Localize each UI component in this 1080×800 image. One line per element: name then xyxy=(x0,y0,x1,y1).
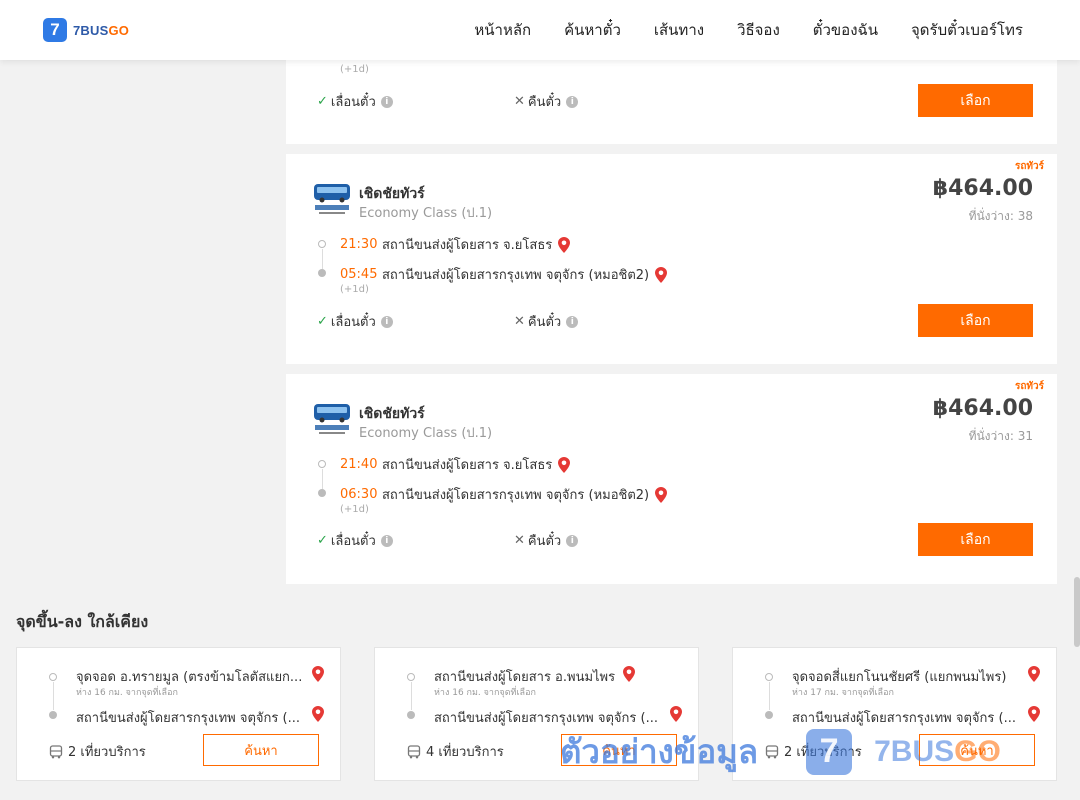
seats-available: ที่นั่งว่าง: 31 xyxy=(968,429,1033,443)
check-icon: ✓ xyxy=(317,94,328,109)
nearby-distance: ห่าง 17 กม. จากจุดที่เลือก xyxy=(792,688,894,698)
depart-dot-icon xyxy=(318,460,326,468)
arrival-stop: 06:30 สถานีขนส่งผู้โดยสารกรุงเทพ จตุจักร… xyxy=(340,484,668,505)
info-icon[interactable]: i xyxy=(380,95,393,108)
logo-mark-icon: 7 xyxy=(43,18,67,42)
arrive-dot-icon xyxy=(318,489,326,497)
search-button[interactable]: ค้นหา xyxy=(919,734,1035,766)
nav-home[interactable]: หน้าหลัก xyxy=(474,18,531,42)
nearby-trips: 2 เที่ยวบริการ xyxy=(765,741,862,762)
cross-icon: ✕ xyxy=(514,533,525,548)
check-icon: ✓ xyxy=(317,533,328,548)
bus-operator-logo-icon xyxy=(314,404,350,434)
info-icon[interactable]: i xyxy=(380,534,393,547)
ticket-price: ฿464.00 xyxy=(932,396,1033,421)
page-scrollbar[interactable] xyxy=(1074,577,1080,647)
arrival-stop: 05:45 สถานีขนส่งผู้โดยสารกรุงเทพ จตุจักร… xyxy=(340,264,668,285)
ticket-price: ฿464.00 xyxy=(932,176,1033,201)
info-icon[interactable]: i xyxy=(566,315,579,328)
nearby-trips: 2 เที่ยวบริการ xyxy=(49,741,146,762)
nearby-card: สถานีขนส่งผู้โดยสาร อ.พนมไพร ห่าง 16 กม.… xyxy=(374,647,699,781)
nearby-title: จุดขึ้น-ลง ใกล้เคียง xyxy=(16,612,149,631)
arrive-dot-icon xyxy=(49,711,57,719)
main-nav: หน้าหลัก ค้นหาตั๋ว เส้นทาง วิธีจอง ตั๋วข… xyxy=(441,0,1023,60)
search-button[interactable]: ค้นหา xyxy=(203,734,319,766)
refund-policy: ✕ คืนตั๋ว i xyxy=(514,91,579,112)
depart-dot-icon xyxy=(407,673,415,681)
nearby-from: จุดจอด อ.ทรายมูล (ตรงข้ามโลตัสแยก... xyxy=(76,670,303,685)
nav-search-ticket[interactable]: ค้นหาตั๋ว xyxy=(564,18,621,42)
nav-how-to-book[interactable]: วิธีจอง xyxy=(737,18,780,42)
nearby-from: สถานีขนส่งผู้โดยสาร อ.พนมไพร xyxy=(434,670,616,685)
nav-my-tickets[interactable]: ตั๋วของฉัน xyxy=(813,18,878,42)
bus-icon xyxy=(765,744,779,758)
select-button[interactable]: เลือก xyxy=(918,304,1033,337)
route-line xyxy=(321,249,323,269)
nearby-to: สถานีขนส่งผู้โดยสารกรุงเทพ จตุจักร (... xyxy=(792,711,1016,726)
map-pin-icon[interactable] xyxy=(558,456,571,473)
depart-dot-icon xyxy=(765,673,773,681)
map-pin-icon[interactable] xyxy=(655,486,668,503)
info-icon[interactable]: i xyxy=(566,95,579,108)
refund-policy: ✕ คืนตั๋ว i xyxy=(514,311,579,332)
map-pin-icon[interactable] xyxy=(623,666,635,682)
route-line xyxy=(321,469,323,489)
refund-policy: ✕ คืนตั๋ว i xyxy=(514,530,579,551)
change-policy: ✓ เลื่อนตั๋ว i xyxy=(317,91,393,112)
map-pin-icon[interactable] xyxy=(312,706,324,722)
depart-dot-icon xyxy=(318,240,326,248)
bus-class: Economy Class (ป.1) xyxy=(359,426,493,441)
bus-class: Economy Class (ป.1) xyxy=(359,206,493,221)
bus-operator-logo-icon xyxy=(314,184,350,214)
departure-stop: 21:30 สถานีขนส่งผู้โดยสาร จ.ยโสธร xyxy=(340,234,571,255)
nearby-distance: ห่าง 16 กม. จากจุดที่เลือก xyxy=(76,688,178,698)
search-button[interactable]: ค้นหา xyxy=(561,734,677,766)
select-button[interactable]: เลือก xyxy=(918,84,1033,117)
select-button[interactable]: เลือก xyxy=(918,523,1033,556)
nearby-to: สถานีขนส่งผู้โดยสารกรุงเทพ จตุจักร (... xyxy=(434,711,658,726)
depart-dot-icon xyxy=(49,673,57,681)
nearby-distance: ห่าง 16 กม. จากจุดที่เลือก xyxy=(434,688,536,698)
info-icon[interactable]: i xyxy=(566,534,579,547)
bus-icon xyxy=(407,744,421,758)
map-pin-icon[interactable] xyxy=(558,236,571,253)
route-line xyxy=(52,682,54,710)
plus-day: (+1d) xyxy=(340,504,369,515)
trip-card: รถทัวร์ เชิดชัยทัวร์ Economy Class (ป.1)… xyxy=(286,374,1057,584)
logo-text: 7BUSGO xyxy=(73,22,130,38)
nearby-from: จุดจอดสี่แยกโนนชัยศรี (แยกพนมไพร) xyxy=(792,670,1007,685)
plus-day: (+1d) xyxy=(340,284,369,295)
nearby-to: สถานีขนส่งผู้โดยสารกรุงเทพ จตุจักร (... xyxy=(76,711,300,726)
route-line xyxy=(768,682,770,710)
top-header: 7 7BUSGO หน้าหลัก ค้นหาตั๋ว เส้นทาง วิธี… xyxy=(0,0,1080,60)
map-pin-icon[interactable] xyxy=(1028,666,1040,682)
arrive-dot-icon xyxy=(407,711,415,719)
nearby-card: จุดจอดสี่แยกโนนชัยศรี (แยกพนมไพร) ห่าง 1… xyxy=(732,647,1057,781)
check-icon: ✓ xyxy=(317,314,328,329)
seats-available: ที่นั่งว่าง: 38 xyxy=(968,209,1033,223)
route-line xyxy=(410,682,412,710)
arrive-dot-icon xyxy=(765,711,773,719)
bus-type-tag: รถทัวร์ xyxy=(1014,161,1044,172)
map-pin-icon[interactable] xyxy=(655,266,668,283)
map-pin-icon[interactable] xyxy=(1028,706,1040,722)
nav-routes[interactable]: เส้นทาง xyxy=(654,18,704,42)
plus-day: (+1d) xyxy=(340,64,369,75)
cross-icon: ✕ xyxy=(514,314,525,329)
bus-icon xyxy=(49,744,63,758)
site-logo[interactable]: 7 7BUSGO xyxy=(43,18,129,42)
departure-stop: 21:40 สถานีขนส่งผู้โดยสาร จ.ยโสธร xyxy=(340,454,571,475)
nearby-trips: 4 เที่ยวบริการ xyxy=(407,741,504,762)
arrive-dot-icon xyxy=(318,269,326,277)
nearby-card: จุดจอด อ.ทรายมูล (ตรงข้ามโลตัสแยก... ห่า… xyxy=(16,647,341,781)
nav-ticket-points[interactable]: จุดรับตั๋วเบอร์โทร xyxy=(911,18,1023,42)
trip-card: รถทัวร์ เชิดชัยทัวร์ Economy Class (ป.1)… xyxy=(286,154,1057,364)
change-policy: ✓ เลื่อนตั๋ว i xyxy=(317,530,393,551)
map-pin-icon[interactable] xyxy=(670,706,682,722)
change-policy: ✓ เลื่อนตั๋ว i xyxy=(317,311,393,332)
info-icon[interactable]: i xyxy=(380,315,393,328)
map-pin-icon[interactable] xyxy=(312,666,324,682)
cross-icon: ✕ xyxy=(514,94,525,109)
bus-type-tag: รถทัวร์ xyxy=(1014,381,1044,392)
